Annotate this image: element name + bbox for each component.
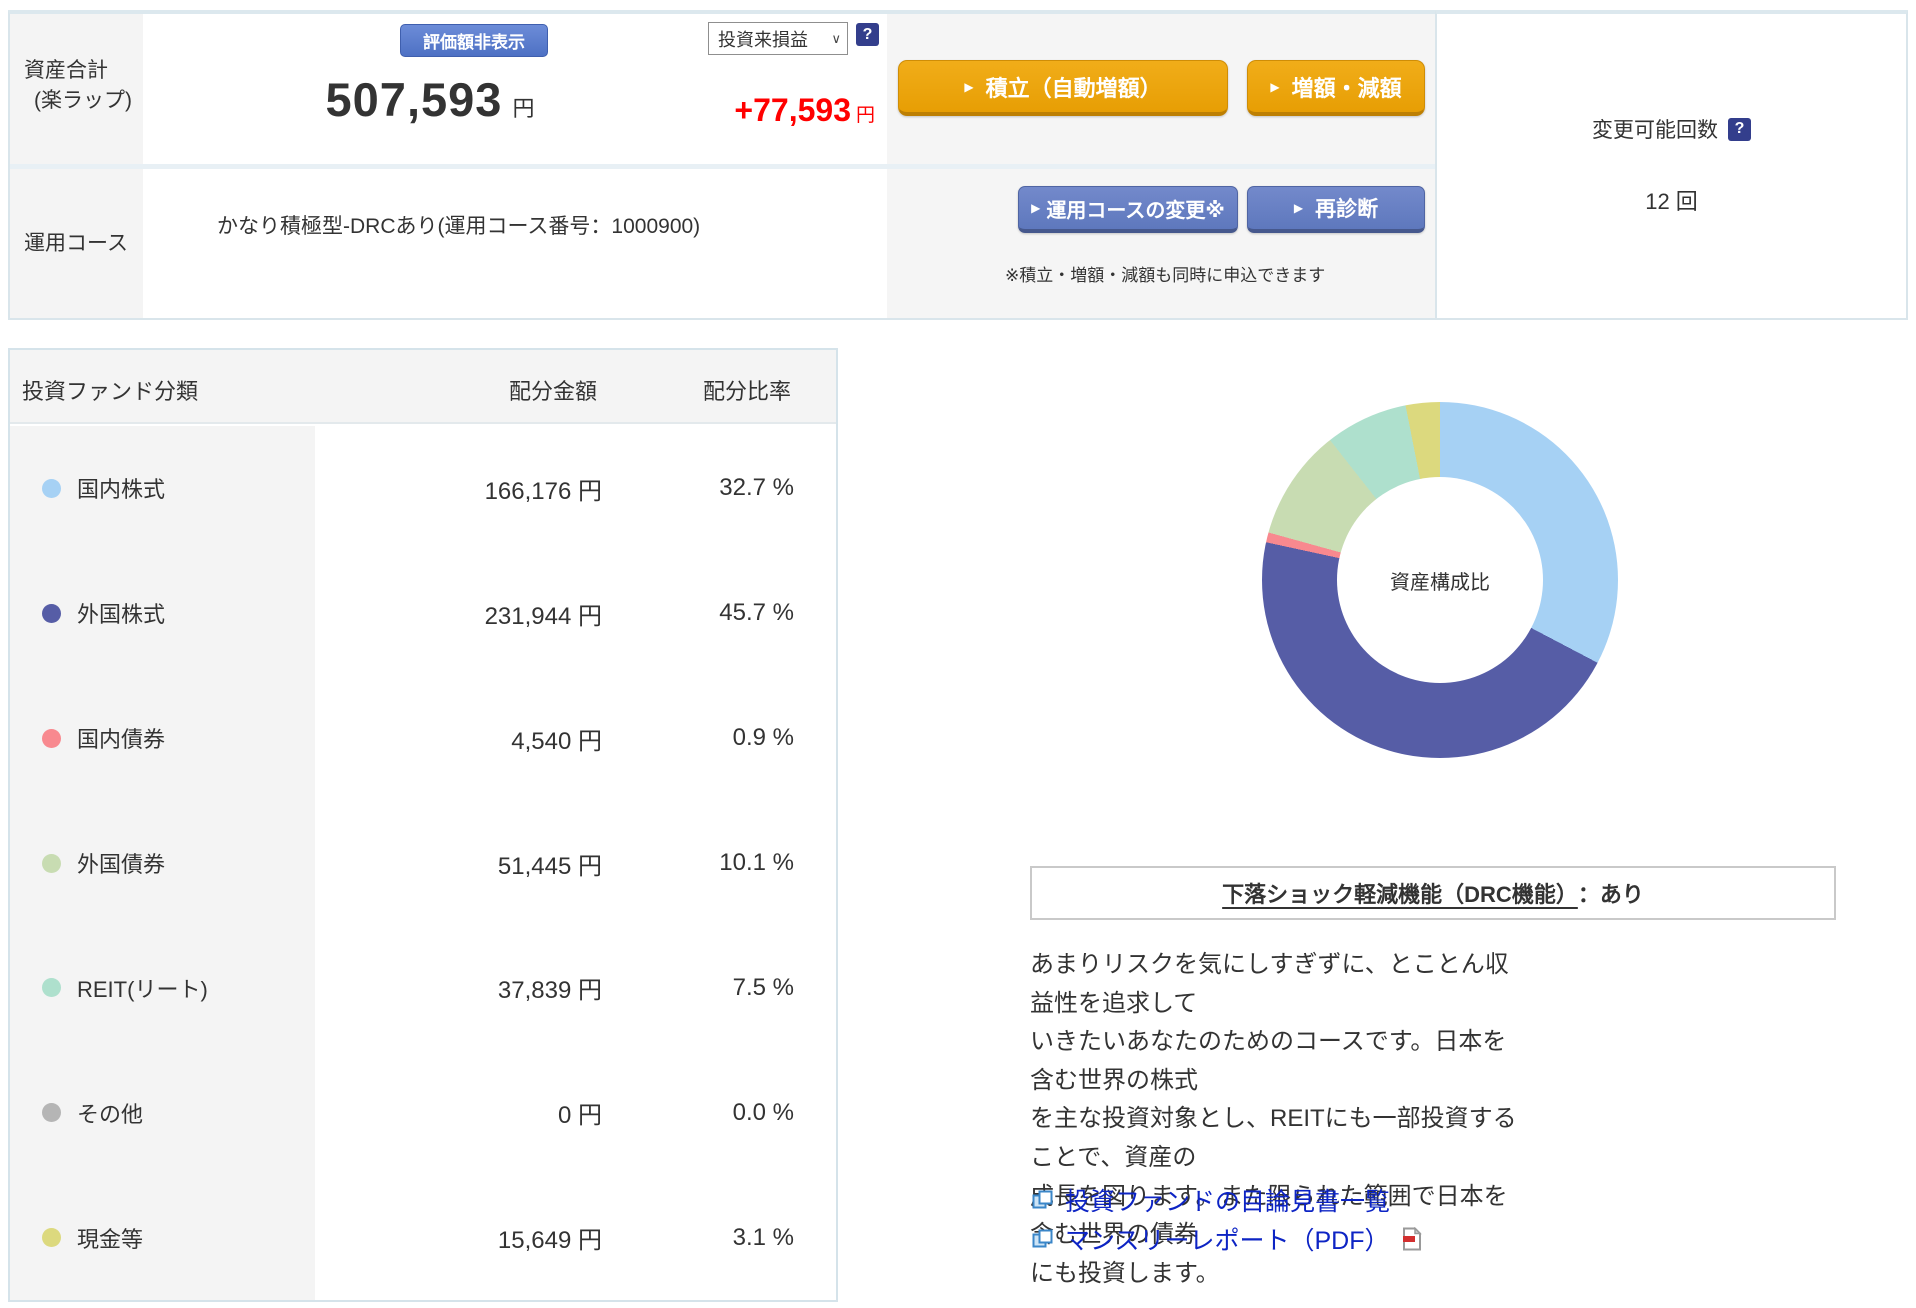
row-label: REIT(リート) — [77, 976, 208, 1002]
row-label: 国内株式 — [77, 477, 166, 503]
zougen-button[interactable]: ▶ 増額・減額 — [1247, 60, 1425, 116]
domestic-bond-dot-icon — [42, 728, 61, 748]
rediagnose-button[interactable]: ▶ 再診断 — [1247, 186, 1425, 233]
change-count-value: 12 回 — [1645, 189, 1698, 214]
table-row: その他 0 円 0.0 % — [10, 1050, 836, 1176]
total-unit: 円 — [512, 96, 535, 121]
row-ratio: 7.5 % — [732, 973, 794, 1001]
total-assets-label-line2: (楽ラップ) — [34, 89, 132, 112]
other-dot-icon — [42, 1103, 61, 1123]
arrow-right-icon: ▶ — [1270, 79, 1280, 94]
foreign-bond-dot-icon — [42, 853, 61, 873]
prospectus-link-row: 投資ファンドの目論見書一覧 — [1032, 1182, 1390, 1218]
row-label: 国内債券 — [77, 727, 166, 753]
course-value: かなり積極型-DRCあり(運用コース番号：1000900) — [217, 215, 701, 238]
drc-feature-box: 下落ショック軽減機能（DRC機能） ：あり — [1030, 866, 1836, 920]
change-count-label: 変更可能回数 — [1592, 119, 1718, 142]
row-amount: 15,649 円 — [497, 1227, 602, 1255]
reit-dot-icon — [42, 978, 61, 998]
row-amount: 37,839 円 — [497, 977, 602, 1005]
profit-loss-amount: +77,593 — [734, 92, 851, 128]
pdf-file-icon — [1402, 1227, 1422, 1251]
row-label: その他 — [77, 1101, 144, 1127]
allocation-table: 投資ファンド分類 配分金額 配分比率 国内株式 166,176 円 32.7 %… — [8, 348, 838, 1302]
arrow-right-icon: ▶ — [1031, 201, 1041, 215]
arrow-right-icon: ▶ — [964, 79, 974, 94]
help-icon-change-count[interactable]: ? — [1728, 117, 1751, 141]
allocation-table-header: 投資ファンド分類 配分金額 配分比率 — [10, 350, 836, 424]
tsumitate-button-label: 積立（自動増額） — [985, 75, 1162, 101]
row-ratio: 3.1 % — [732, 1223, 794, 1251]
monthly-report-link[interactable]: マンスリーレポート（PDF） — [1065, 1221, 1390, 1257]
chevron-down-icon: ∨ — [831, 30, 841, 46]
monthly-report-link-row: マンスリーレポート（PDF） — [1032, 1221, 1422, 1257]
external-window-icon — [1032, 1190, 1053, 1211]
asset-composition-donut-chart: 資産構成比 — [1262, 402, 1618, 758]
total-amount: 507,593 — [325, 73, 503, 126]
table-row: 国内株式 166,176 円 32.7 % — [10, 426, 836, 551]
domestic-stock-dot-icon — [42, 478, 61, 498]
rediagnose-button-label: 再診断 — [1315, 198, 1379, 221]
table-row: 現金等 15,649 円 3.1 % — [10, 1175, 836, 1301]
change-count-panel: 変更可能回数 ? 12 回 — [1435, 10, 1908, 320]
course-note: ※積立・増額・減額も同時に申込できます — [1005, 266, 1326, 285]
course-change-button-label: 運用コースの変更※ — [1046, 199, 1225, 222]
profit-loss-unit: 円 — [855, 105, 875, 126]
rakuwrap-asset-page: 資産合計 (楽ラップ) 評価額非表示 507,593 円 投資来損益 ∨ ? +7… — [0, 0, 1916, 1308]
profit-loss-selected: 投資来損益 — [718, 29, 808, 50]
help-icon-profit-loss[interactable]: ? — [856, 23, 879, 46]
zougen-button-label: 増額・減額 — [1291, 75, 1402, 101]
row-amount: 4,540 円 — [511, 727, 602, 755]
row-divider — [10, 164, 1435, 169]
row-ratio: 45.7 % — [719, 599, 794, 627]
row-amount: 51,445 円 — [497, 852, 602, 880]
row-amount: 166,176 円 — [484, 477, 602, 505]
row-ratio: 0.9 % — [732, 724, 794, 752]
row-label: 外国債券 — [77, 852, 166, 877]
header-ratio: 配分比率 — [702, 379, 791, 404]
table-row: 外国債券 51,445 円 10.1 % — [10, 800, 836, 926]
donut-center-label: 資産構成比 — [1337, 477, 1543, 683]
course-change-button[interactable]: ▶ 運用コースの変更※ — [1018, 186, 1238, 233]
total-assets-label: 資産合計 (楽ラップ) — [10, 14, 143, 164]
profit-loss-select[interactable]: 投資来損益 ∨ — [708, 22, 848, 55]
profit-loss-value: +77,593 円 — [550, 92, 875, 129]
table-row: 国内債券 4,540 円 0.9 % — [10, 675, 836, 801]
row-amount: 231,944 円 — [484, 602, 602, 630]
row-ratio: 32.7 % — [719, 474, 794, 502]
table-row: 外国株式 231,944 円 45.7 % — [10, 550, 836, 676]
row-amount: 0 円 — [557, 1102, 602, 1130]
row-label: 現金等 — [77, 1226, 144, 1252]
foreign-stock-dot-icon — [42, 603, 61, 623]
header-fund-class: 投資ファンド分類 — [22, 379, 199, 404]
arrow-right-icon: ▶ — [1293, 201, 1304, 215]
course-label: 運用コース — [10, 169, 143, 318]
tsumitate-button[interactable]: ▶ 積立（自動増額） — [898, 60, 1228, 116]
prospectus-link[interactable]: 投資ファンドの目論見書一覧 — [1065, 1182, 1390, 1218]
row-ratio: 0.0 % — [732, 1098, 794, 1126]
table-row: REIT(リート) 37,839 円 7.5 % — [10, 925, 836, 1051]
drc-feature-value: ：あり — [1577, 882, 1644, 907]
row-ratio: 10.1 % — [719, 849, 794, 876]
allocation-table-body: 国内株式 166,176 円 32.7 % 外国株式 231,944 円 45.… — [10, 426, 836, 1301]
row-label: 外国株式 — [77, 602, 166, 628]
summary-panel: 資産合計 (楽ラップ) 評価額非表示 507,593 円 投資来損益 ∨ ? +7… — [8, 10, 1437, 320]
cash-dot-icon — [42, 1228, 61, 1248]
total-assets-label-line1: 資産合計 — [24, 59, 108, 82]
external-window-icon — [1032, 1229, 1053, 1250]
drc-feature-title: 下落ショック軽減機能（DRC機能） — [1222, 882, 1578, 907]
hide-valuation-button[interactable]: 評価額非表示 — [400, 24, 548, 57]
